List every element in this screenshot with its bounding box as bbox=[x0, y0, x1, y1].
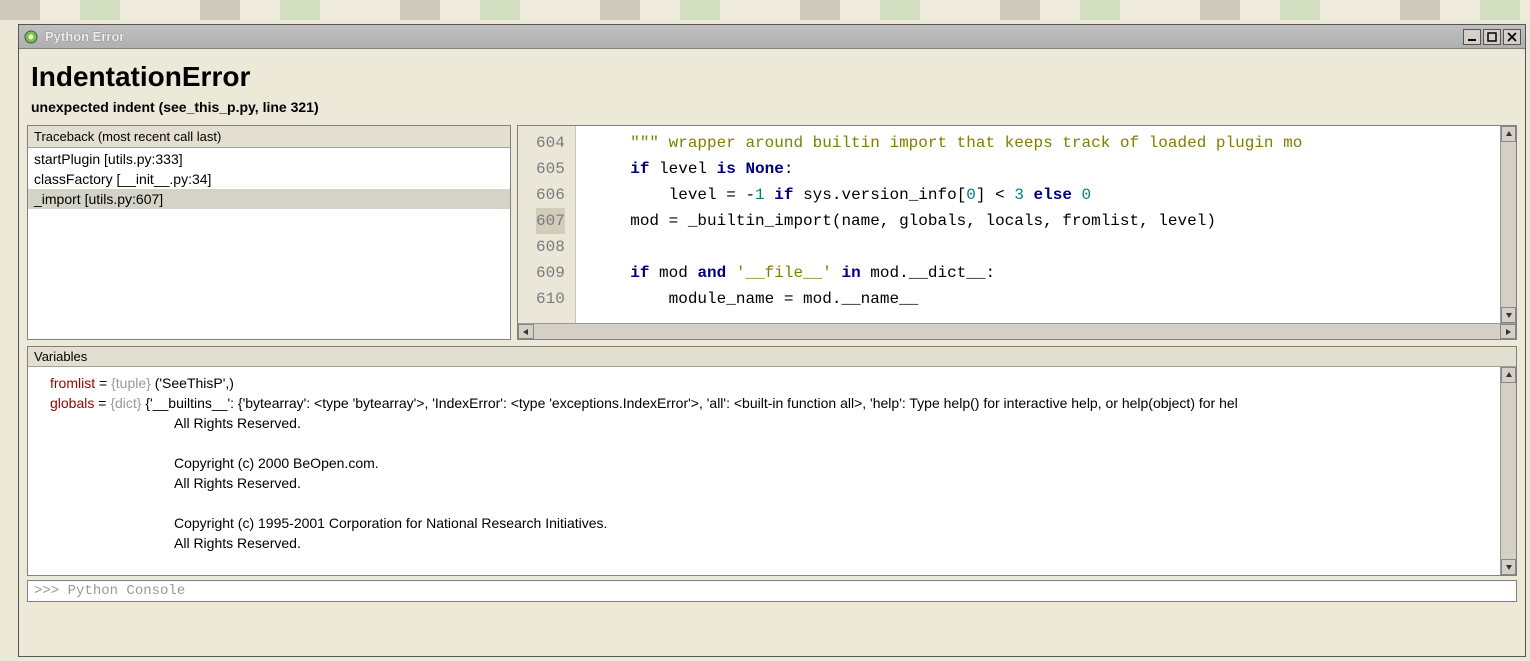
variable-value-continued: All Rights Reserved. bbox=[50, 413, 1490, 433]
scroll-left-button[interactable] bbox=[518, 324, 534, 339]
maximize-button[interactable] bbox=[1483, 29, 1501, 45]
code-wrap: 604605606607608609610 """ wrapper around… bbox=[518, 126, 1516, 323]
code-line bbox=[592, 234, 1500, 260]
traceback-panel: Traceback (most recent call last) startP… bbox=[27, 125, 511, 340]
background-strip bbox=[0, 0, 1530, 20]
code-line: level = -1 if sys.version_info[0] < 3 el… bbox=[592, 182, 1500, 208]
variables-vertical-scrollbar[interactable] bbox=[1500, 367, 1516, 575]
line-number-gutter: 604605606607608609610 bbox=[518, 126, 576, 323]
variable-value: ('SeeThisP',) bbox=[151, 375, 234, 391]
variable-value-continued: Copyright (c) 1995-2001 Corporation for … bbox=[50, 513, 1490, 533]
code-line: """ wrapper around builtin import that k… bbox=[592, 130, 1500, 156]
variable-value-continued: Copyright (c) 2000 BeOpen.com. bbox=[50, 453, 1490, 473]
traceback-row[interactable]: classFactory [__init__.py:34] bbox=[28, 169, 510, 189]
variable-row[interactable]: globals = {dict} {'__builtins__': {'byte… bbox=[50, 393, 1490, 413]
vars-scroll-up-button[interactable] bbox=[1501, 367, 1516, 383]
vertical-scrollbar[interactable] bbox=[1500, 126, 1516, 323]
variable-type: {tuple} bbox=[111, 375, 151, 391]
scroll-right-button[interactable] bbox=[1500, 324, 1516, 339]
minimize-button[interactable] bbox=[1463, 29, 1481, 45]
variable-value-continued bbox=[50, 493, 1490, 513]
line-number: 607 bbox=[536, 208, 565, 234]
content-area: IndentationError unexpected indent (see_… bbox=[19, 49, 1525, 656]
console-prompt: >>> bbox=[34, 583, 68, 599]
variable-value-continued: All Rights Reserved. bbox=[50, 533, 1490, 553]
code-panel: 604605606607608609610 """ wrapper around… bbox=[517, 125, 1517, 340]
titlebar[interactable]: Python Error bbox=[19, 25, 1525, 49]
line-number: 609 bbox=[536, 260, 565, 286]
traceback-row[interactable]: _import [utils.py:607] bbox=[28, 189, 510, 209]
traceback-row[interactable]: startPlugin [utils.py:333] bbox=[28, 149, 510, 169]
variables-content[interactable]: fromlist = {tuple} ('SeeThisP',)globals … bbox=[28, 367, 1500, 575]
line-number: 604 bbox=[536, 130, 565, 156]
variables-panel: Variables fromlist = {tuple} ('SeeThisP'… bbox=[27, 346, 1517, 576]
scroll-up-button[interactable] bbox=[1501, 126, 1516, 142]
app-icon bbox=[23, 29, 39, 45]
code-line: if mod and '__file__' in mod.__dict__: bbox=[592, 260, 1500, 286]
scroll-down-button[interactable] bbox=[1501, 307, 1516, 323]
code-line: if level is None: bbox=[592, 156, 1500, 182]
traceback-header: Traceback (most recent call last) bbox=[28, 126, 510, 148]
line-number: 605 bbox=[536, 156, 565, 182]
line-number: 610 bbox=[536, 286, 565, 312]
close-button[interactable] bbox=[1503, 29, 1521, 45]
variable-value-continued: All Rights Reserved. bbox=[50, 473, 1490, 493]
python-console[interactable]: >>> Python Console bbox=[27, 580, 1517, 602]
line-number: 606 bbox=[536, 182, 565, 208]
traceback-list[interactable]: startPlugin [utils.py:333]classFactory [… bbox=[28, 148, 510, 339]
console-placeholder: Python Console bbox=[68, 583, 186, 599]
code-line: mod = _builtin_import(name, globals, loc… bbox=[592, 208, 1500, 234]
variable-name: fromlist bbox=[50, 375, 95, 391]
variable-row[interactable]: fromlist = {tuple} ('SeeThisP',) bbox=[50, 373, 1490, 393]
code-line: module_name = mod.__name__ bbox=[592, 286, 1500, 312]
variable-value: {'__builtins__': {'bytearray': <type 'by… bbox=[141, 395, 1237, 411]
error-message: unexpected indent (see_this_p.py, line 3… bbox=[31, 99, 1517, 115]
variable-name: globals bbox=[50, 395, 94, 411]
variables-header: Variables bbox=[28, 347, 1516, 367]
vars-scroll-down-button[interactable] bbox=[1501, 559, 1516, 575]
variable-type: {dict} bbox=[110, 395, 141, 411]
code-view[interactable]: """ wrapper around builtin import that k… bbox=[576, 126, 1500, 323]
variable-value-continued bbox=[50, 433, 1490, 453]
split-pane: Traceback (most recent call last) startP… bbox=[27, 125, 1517, 340]
line-number: 608 bbox=[536, 234, 565, 260]
window-title: Python Error bbox=[45, 29, 1461, 44]
error-title: IndentationError bbox=[31, 61, 1517, 93]
error-window: Python Error IndentationError unexpected… bbox=[18, 24, 1526, 657]
horizontal-scrollbar[interactable] bbox=[518, 323, 1516, 339]
